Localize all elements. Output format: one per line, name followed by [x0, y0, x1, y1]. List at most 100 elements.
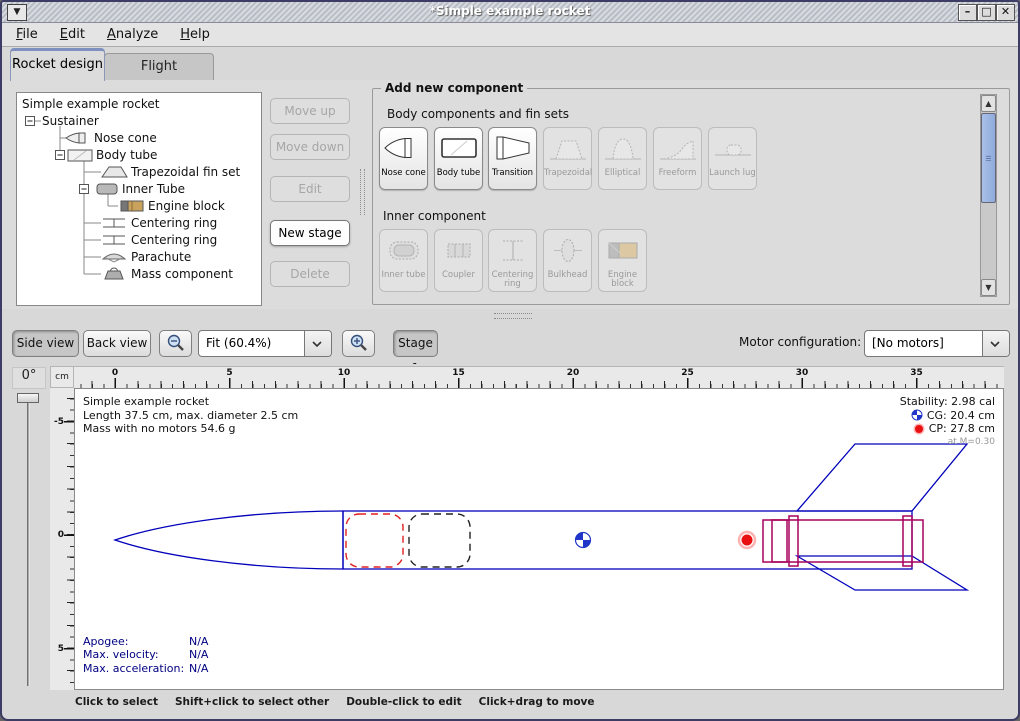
add-inner-tube-button: Inner tube [379, 229, 428, 292]
motor-configuration-combobox[interactable]: [No motors] [864, 330, 1010, 357]
freeform-fin-icon [656, 132, 700, 164]
tree-item-fin-set[interactable]: Trapezoidal fin set [131, 165, 240, 179]
inner-tube-icon [382, 234, 426, 266]
add-launch-lug-button: Launch lug [708, 127, 757, 190]
rocket-canvas[interactable]: Simple example rocketLength 37.5 cm, max… [74, 388, 1004, 690]
h-ruler-label: 25 [681, 368, 694, 378]
tree-item-sustainer[interactable]: Sustainer [42, 114, 99, 128]
scroll-up-button[interactable]: ▲ [981, 95, 996, 112]
cg-value: CG: 20.4 cm [927, 409, 995, 423]
scrollbar-thumb[interactable]: ☰ [981, 113, 996, 203]
view-toolbar: Side view Back view Fit (60.4%) [2, 322, 1018, 364]
tree-item-centering-ring-1[interactable]: Centering ring [131, 216, 217, 230]
cp-marker [742, 535, 753, 546]
rotation-slider-handle[interactable] [17, 393, 39, 403]
tree-item-engine-block[interactable]: Engine block [148, 199, 225, 213]
title-bar: ▼ *Simple example rocket – □ ✕ [2, 2, 1018, 23]
apogee-value: N/A [189, 635, 208, 649]
vertical-splitter-handle[interactable] [360, 169, 365, 215]
ruler-major-ticks [64, 388, 74, 690]
mass-component-outline [409, 514, 470, 567]
v-ruler-label: -5 [54, 417, 64, 427]
tree-item-body-tube[interactable]: Body tube [96, 148, 157, 162]
lower-fin-outline [797, 556, 967, 590]
chevron-down-icon [990, 341, 1000, 347]
add-transition-button[interactable]: Transition [488, 127, 537, 190]
elliptical-fin-icon [601, 132, 645, 164]
app-window: ▼ *Simple example rocket – □ ✕ File Edit… [0, 0, 1020, 721]
menu-edit[interactable]: Edit [56, 25, 89, 44]
side-view-button[interactable]: Side view [12, 330, 79, 357]
zoom-dropdown-button[interactable] [304, 331, 331, 356]
add-nose-cone-button[interactable]: Nose cone [379, 127, 428, 190]
tree-item-nose-cone[interactable]: Nose cone [94, 131, 157, 145]
engineblock-icon [121, 201, 143, 211]
mass-icon [105, 268, 123, 279]
design-panel: Simple example rocket Sustainer Nose con… [2, 80, 1018, 309]
max-velocity-value: N/A [189, 648, 208, 662]
trapezoidal-fin-icon [546, 132, 590, 164]
centering-ring-icon [491, 234, 535, 266]
add-body-tube-button[interactable]: Body tube [434, 127, 483, 190]
minimize-button[interactable]: – [958, 4, 977, 21]
flight-info-block: Apogee:N/A Max. velocity:N/A Max. accele… [83, 635, 208, 676]
close-button[interactable]: ✕ [996, 4, 1015, 21]
window-title: *Simple example rocket [2, 4, 1018, 18]
transition-icon [491, 132, 535, 164]
stage1-toggle-button[interactable]: Stage 1 [393, 330, 438, 357]
zoom-out-button[interactable] [159, 330, 192, 357]
horizontal-ruler: 0 5 10 15 20 25 30 35 [74, 366, 1004, 388]
tree-item-centering-ring-2[interactable]: Centering ring [131, 233, 217, 247]
add-component-group: Add new component Body components and fi… [372, 88, 1010, 305]
scroll-down-button[interactable]: ▼ [981, 279, 996, 296]
new-stage-button[interactable]: New stage [270, 220, 350, 246]
add-engine-block-button: Engine block [598, 229, 647, 292]
add-elliptical-fin-button: Elliptical [598, 127, 647, 190]
tree-item-mass-component[interactable]: Mass component [131, 267, 233, 281]
menu-analyze[interactable]: Analyze [103, 25, 162, 44]
tab-flight-simulations[interactable]: Flight simulations [104, 53, 214, 80]
move-down-button: Move down [270, 134, 350, 160]
zoom-level-combobox[interactable]: Fit (60.4%) [198, 330, 332, 357]
bodytube-icon [68, 150, 92, 161]
v-ruler-label: 0 [58, 530, 64, 540]
tree-item-inner-tube[interactable]: Inner Tube [122, 182, 185, 196]
tree-item-parachute[interactable]: Parachute [131, 250, 191, 264]
back-view-button[interactable]: Back view [83, 330, 151, 357]
menu-bar: File Edit Analyze Help [2, 23, 1018, 47]
component-panel-scrollbar: ▲ ☰ ▼ [980, 94, 997, 297]
body-components-label: Body components and fin sets [387, 107, 569, 121]
cg-marker-quadrant [583, 540, 591, 548]
h-ruler-label: 35 [910, 368, 923, 378]
stability-value: Stability: 2.98 cal [900, 395, 995, 409]
menu-help[interactable]: Help [176, 25, 214, 44]
zoom-in-icon [349, 333, 369, 353]
max-velocity-label: Max. velocity: [83, 648, 189, 662]
motor-config-dropdown-button[interactable] [982, 331, 1009, 356]
centering-ring-outline [789, 516, 798, 566]
zoom-level-value: Fit (60.4%) [206, 336, 271, 350]
interaction-hints: Click to select Shift+click to select ot… [75, 696, 595, 708]
apogee-label: Apogee: [83, 635, 189, 649]
centering-ring-outline [903, 516, 912, 566]
cp-legend-icon [913, 423, 925, 435]
nosecone-icon [66, 133, 85, 143]
motor-configuration-label: Motor configuration: [739, 335, 861, 349]
tab-rocket-design[interactable]: Rocket design [10, 48, 105, 81]
ruler-major-ticks [74, 378, 1004, 388]
zoom-in-button[interactable] [342, 330, 375, 357]
mach-note: at M=0.30 [948, 436, 995, 450]
move-up-button: Move up [270, 98, 350, 124]
add-centering-ring-button: Centering ring [488, 229, 537, 292]
maximize-button[interactable]: □ [977, 4, 996, 21]
hint-click-drag: Click+drag to move [479, 696, 595, 708]
delete-button: Delete [270, 261, 350, 287]
add-trapezoidal-fin-button: Trapezoidal [543, 127, 592, 190]
horizontal-splitter-handle[interactable] [494, 313, 532, 319]
coupler-icon [437, 234, 481, 266]
parachute-outline [346, 514, 403, 567]
menu-file[interactable]: File [12, 25, 42, 44]
h-ruler-label: 0 [112, 368, 118, 378]
stability-block: Stability: 2.98 cal CG: 20.4 cm CP: 27.8… [900, 395, 995, 449]
tree-item-rocket[interactable]: Simple example rocket [22, 97, 159, 111]
